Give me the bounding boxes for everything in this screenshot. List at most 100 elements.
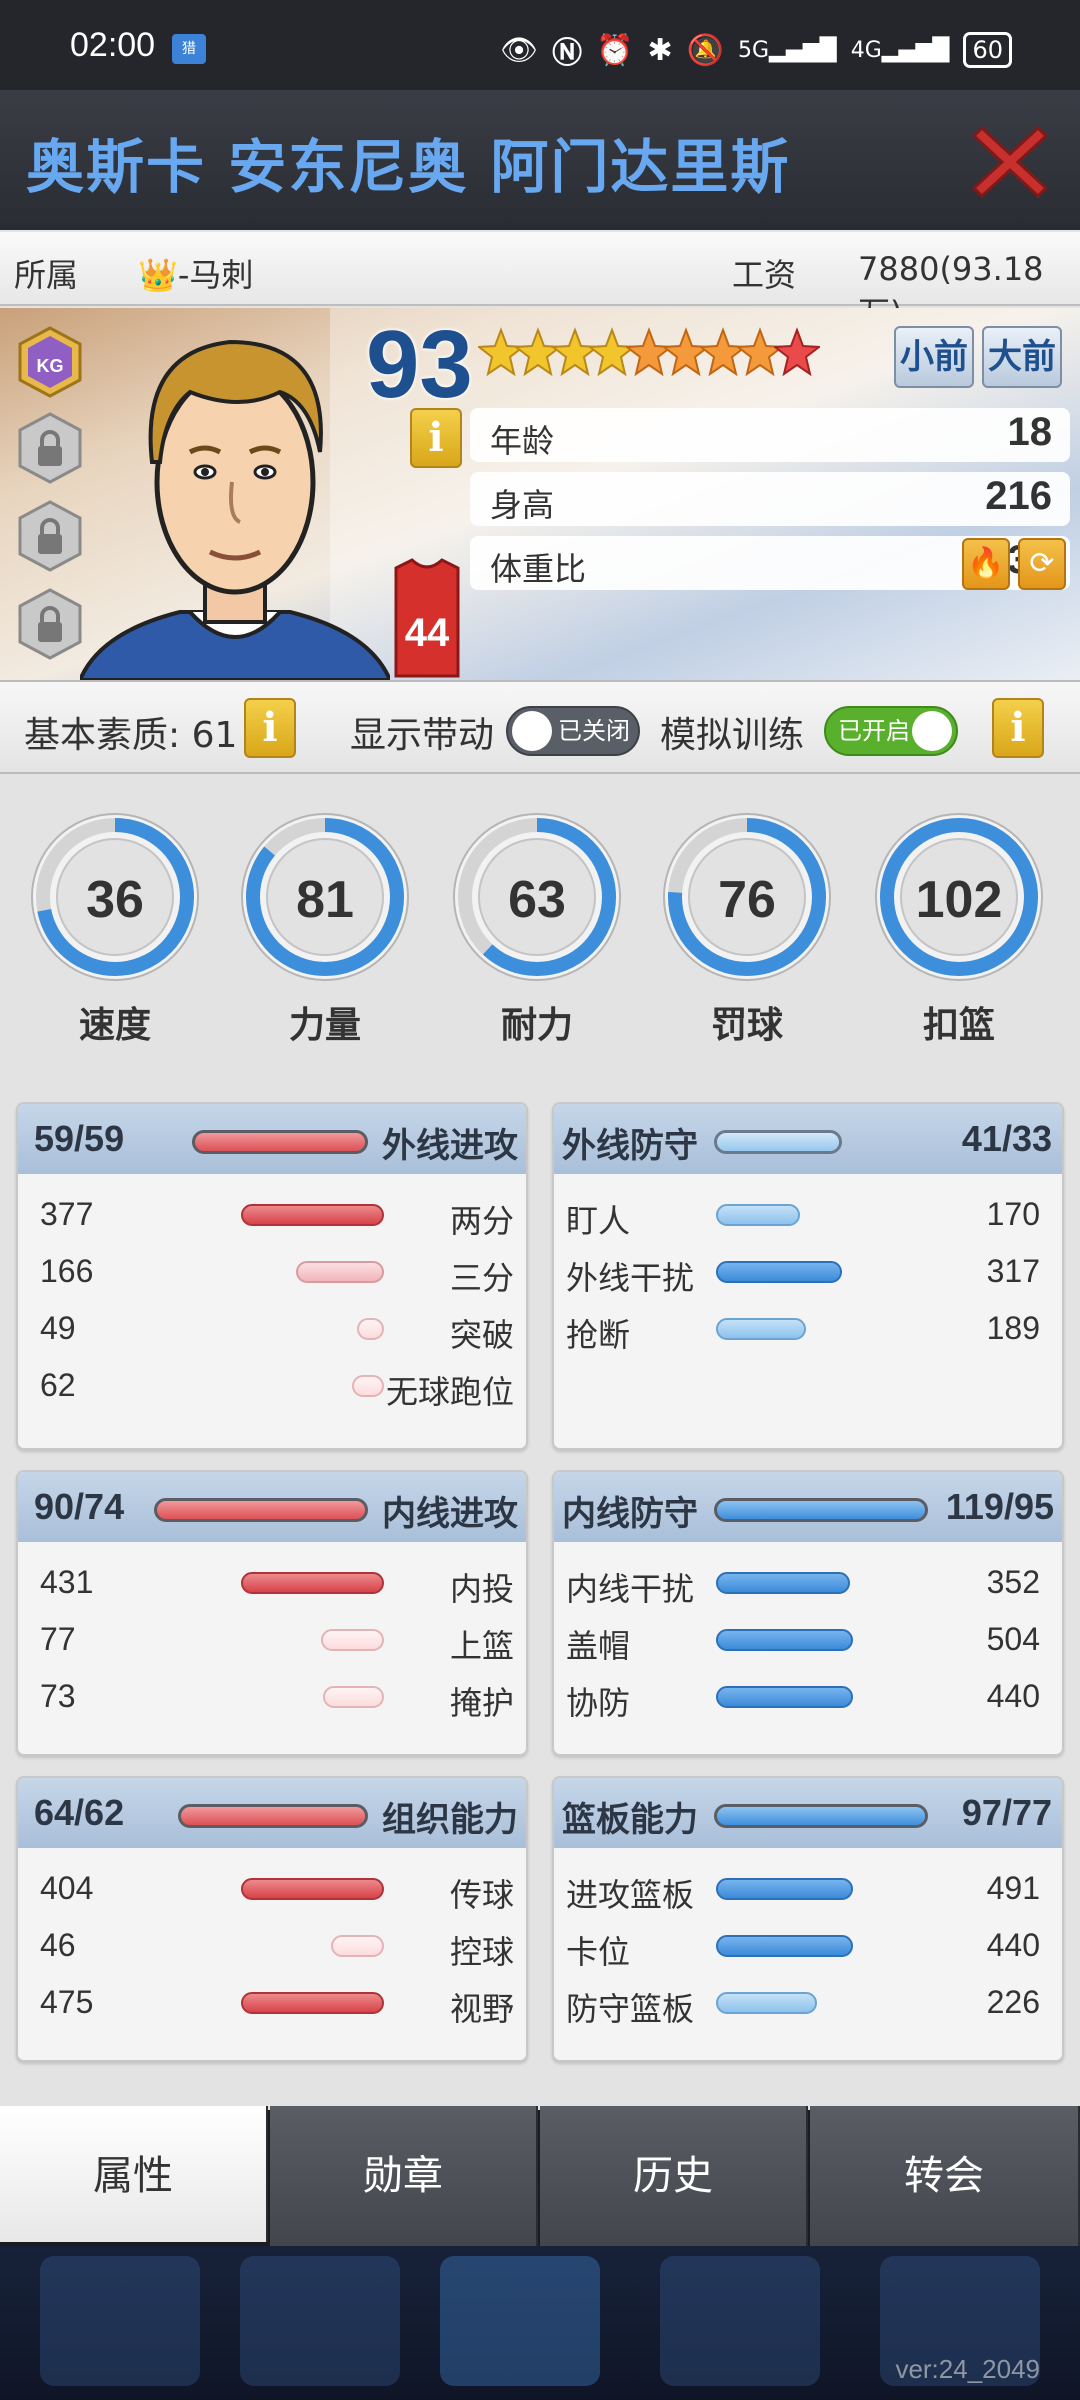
refresh-icon[interactable]: ⟳ — [1018, 538, 1066, 590]
stat-label: 视野 — [449, 1990, 514, 2028]
stat-bar — [321, 1629, 384, 1651]
dial-value: 81 — [296, 871, 354, 929]
stat-value: 62 — [40, 1367, 76, 1403]
stat-value: 73 — [40, 1678, 76, 1714]
team-salary-row: 所属 👑-马刺 工资 7880(93.18万) — [0, 232, 1080, 332]
stat-row: 协防 440 — [554, 1676, 1062, 1722]
menu-ghost-icon — [40, 2256, 200, 2386]
stat-bar — [716, 1878, 853, 1900]
stat-value: 189 — [986, 1310, 1040, 1346]
stat-value: 77 — [40, 1621, 76, 1657]
toggle-knob — [912, 711, 952, 751]
tab-transfer[interactable]: 转会 — [810, 2106, 1080, 2246]
stat-value: 226 — [986, 1984, 1040, 2020]
stat-bar — [716, 1572, 850, 1594]
basic-quality-info-icon[interactable]: i — [244, 698, 296, 758]
stat-label: 进攻篮板 — [566, 1876, 695, 1914]
menu-ghost-icon — [660, 2256, 820, 2386]
stat-value: 377 — [40, 1196, 94, 1232]
flame-icon[interactable]: 🔥 — [962, 538, 1010, 590]
bio-age-value: 18 — [1007, 410, 1053, 454]
stat-bar — [716, 1204, 800, 1226]
stat-label: 盯人 — [566, 1202, 631, 1240]
star-icon — [513, 324, 563, 395]
stat-label: 传球 — [449, 1876, 514, 1914]
toggle-row: 基本素质: 61 i 显示带动 已关闭 模拟训练 已开启 i — [0, 680, 1080, 774]
show-boost-label: 显示带动 — [350, 715, 495, 756]
stat-row: 377 两分 — [18, 1194, 526, 1240]
stat-row: 防守篮板 226 — [554, 1982, 1062, 2028]
team-label: 所属 — [14, 256, 79, 294]
dial-3: 76 罚球 — [662, 812, 832, 1046]
jersey-number: 44 — [405, 611, 450, 655]
playmaking-box: 64/62 组织能力 404 传球 46 控球 475 视野 — [16, 1776, 528, 2062]
rank-badge-icon[interactable]: KG — [18, 326, 82, 398]
stat-row: 77 上篮 — [18, 1619, 526, 1665]
inside-attack-bar — [154, 1498, 368, 1522]
bio-info-icon[interactable]: i — [410, 408, 462, 468]
overall-rating: 93 — [366, 311, 473, 418]
stat-row: 抢断 189 — [554, 1308, 1062, 1354]
close-icon[interactable] — [968, 118, 1052, 202]
star-icon — [698, 324, 748, 395]
bio-height-value: 216 — [985, 474, 1052, 518]
lock-icon[interactable] — [18, 412, 82, 484]
stat-value: 352 — [986, 1564, 1040, 1600]
outside-defense-title: 外线防守 — [562, 1126, 698, 1166]
stat-value: 504 — [986, 1621, 1040, 1657]
app-notification-icon: 猎 — [172, 34, 206, 64]
stat-label: 盖帽 — [566, 1627, 631, 1665]
position-pf-button[interactable]: 大前 — [982, 326, 1062, 388]
player-panel: 所属 👑-马刺 工资 7880(93.18万) KG — [0, 230, 1080, 2110]
lock-icon[interactable] — [18, 588, 82, 660]
inside-attack-title: 内线进攻 — [382, 1494, 518, 1534]
signal-4g-icon: 4G▂▄▆█ — [850, 37, 950, 63]
tab-attributes[interactable]: 属性 — [0, 2106, 268, 2242]
sim-training-info-icon[interactable]: i — [992, 698, 1044, 758]
mute-icon: 🔕 — [686, 32, 724, 68]
tab-badges[interactable]: 勋章 — [270, 2106, 538, 2246]
status-time: 02:00 — [70, 26, 156, 64]
stat-label: 抢断 — [566, 1316, 631, 1354]
stat-row: 外线干扰 317 — [554, 1251, 1062, 1297]
stat-label: 内投 — [449, 1570, 514, 1608]
tab-history[interactable]: 历史 — [540, 2106, 808, 2246]
outside-attack-title: 外线进攻 — [382, 1126, 518, 1166]
outside-attack-box: 59/59 外线进攻 377 两分 166 三分 49 突破 62 无球跑位 — [16, 1102, 528, 1450]
rebounding-header: 篮板能力 97/77 — [554, 1778, 1062, 1848]
show-boost-state: 已关闭 — [558, 717, 630, 745]
salary-label: 工资 — [732, 256, 797, 294]
stat-value: 404 — [40, 1870, 94, 1906]
stat-bar — [241, 1878, 384, 1900]
sim-training-toggle[interactable]: 已开启 — [824, 706, 958, 756]
dial-0: 36 速度 — [30, 812, 200, 1046]
stat-bar — [716, 1686, 853, 1708]
player-card: KG 44 93 小前 大前 i 年龄 18 身高 216 体重比 — [0, 308, 1080, 680]
stat-label: 控球 — [449, 1933, 514, 1971]
outside-attack-header: 59/59 外线进攻 — [18, 1104, 526, 1174]
menu-ghost-icon — [440, 2256, 600, 2386]
sim-training-label: 模拟训练 — [660, 715, 805, 756]
lock-icon[interactable] — [18, 500, 82, 572]
star-icon — [624, 324, 674, 395]
bio-height-label: 身高 — [490, 486, 555, 524]
outside-defense-bar — [714, 1130, 842, 1154]
inside-attack-header: 90/74 内线进攻 — [18, 1472, 526, 1542]
stat-row: 46 控球 — [18, 1925, 526, 1971]
show-boost-toggle[interactable]: 已关闭 — [506, 706, 640, 756]
team-value: 👑-马刺 — [138, 256, 254, 294]
dial-value: 102 — [915, 871, 1003, 929]
title-bar: 奥斯卡 安东尼奥 阿门达里斯 — [0, 90, 1080, 230]
stat-value: 317 — [986, 1253, 1040, 1289]
stat-value: 49 — [40, 1310, 76, 1346]
inside-attack-box: 90/74 内线进攻 431 内投 77 上篮 73 掩护 — [16, 1470, 528, 1756]
player-name: 奥斯卡 安东尼奥 阿门达里斯 — [26, 133, 791, 201]
stat-bar — [716, 1261, 842, 1283]
position-sf-button[interactable]: 小前 — [894, 326, 974, 388]
stat-bar — [323, 1686, 384, 1708]
battery-icon: 60 — [963, 32, 1012, 68]
stat-row: 卡位 440 — [554, 1925, 1062, 1971]
star-icon — [476, 324, 526, 395]
rank-badge-text: KG — [37, 356, 64, 376]
game-menu-background: ver:24_2049 — [0, 2246, 1080, 2400]
